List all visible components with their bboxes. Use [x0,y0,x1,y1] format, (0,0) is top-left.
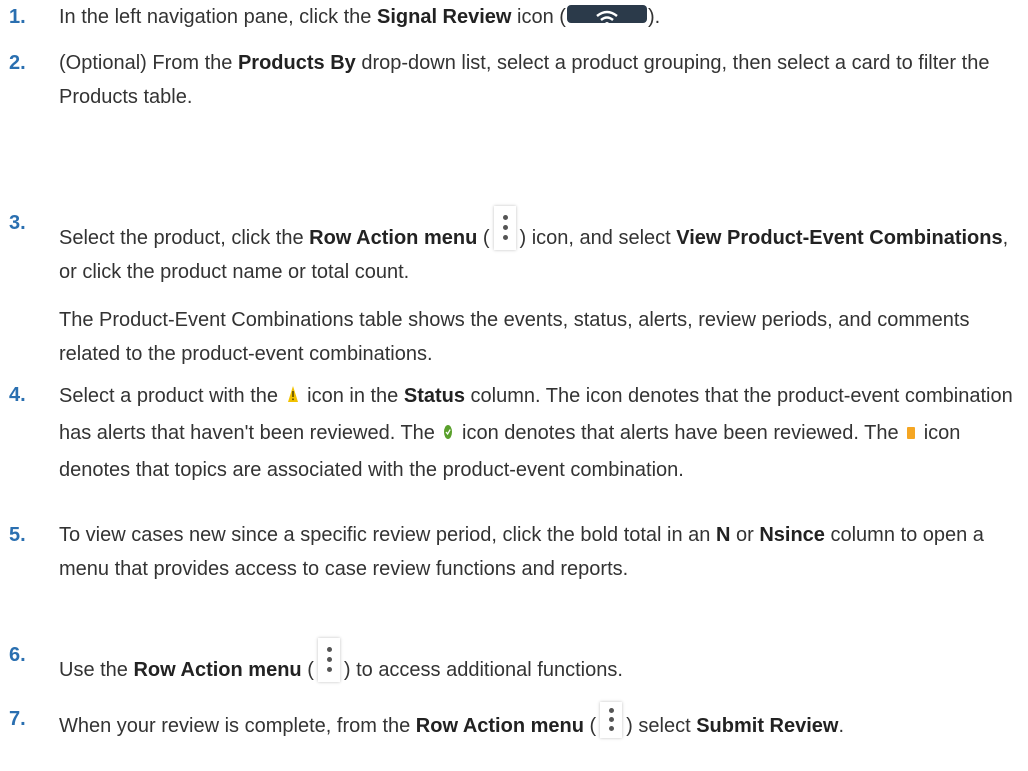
step-text: Use the Row Action menu () to access add… [59,638,1019,687]
reviewed-check-icon [443,416,453,452]
step-number: 6. [9,644,26,666]
step-number: 3. [9,212,26,234]
row-action-menu-icon [317,638,340,682]
alert-warning-icon [287,379,299,415]
ui-term: Row Action menu [133,659,302,681]
step-note: The Product-Event Combinations table sho… [59,309,970,365]
ui-term: Nsince [759,524,825,546]
step-text: In the left navigation pane, click the S… [59,5,661,28]
topic-icon [907,415,916,451]
ui-term: Submit Review [696,715,839,737]
signal-review-icon [566,5,647,23]
step-number: 1. [9,6,26,28]
ui-term: View Product-Event Combinations [676,227,1003,249]
ui-term: Row Action menu [309,227,478,249]
ui-term: Row Action menu [415,715,584,737]
step-number: 4. [9,384,26,406]
step-number: 5. [9,524,26,546]
ui-term: Products By [237,52,356,74]
step-number: 7. [9,708,26,730]
step-text: When your review is complete, from the R… [59,702,1019,741]
step-text: Select the product, click the Row Action… [59,206,1019,371]
row-action-menu-icon [493,206,516,250]
step-number: 2. [9,52,26,74]
ui-term: Signal Review [376,6,512,28]
ui-term: N [715,524,731,546]
row-action-menu-icon [600,702,623,738]
step-text: Select a product with the icon in the St… [59,378,1019,488]
step-text: (Optional) From the Products By drop-dow… [59,52,990,108]
ui-term: Status [403,385,465,407]
step-text: To view cases new since a specific revie… [59,524,984,580]
